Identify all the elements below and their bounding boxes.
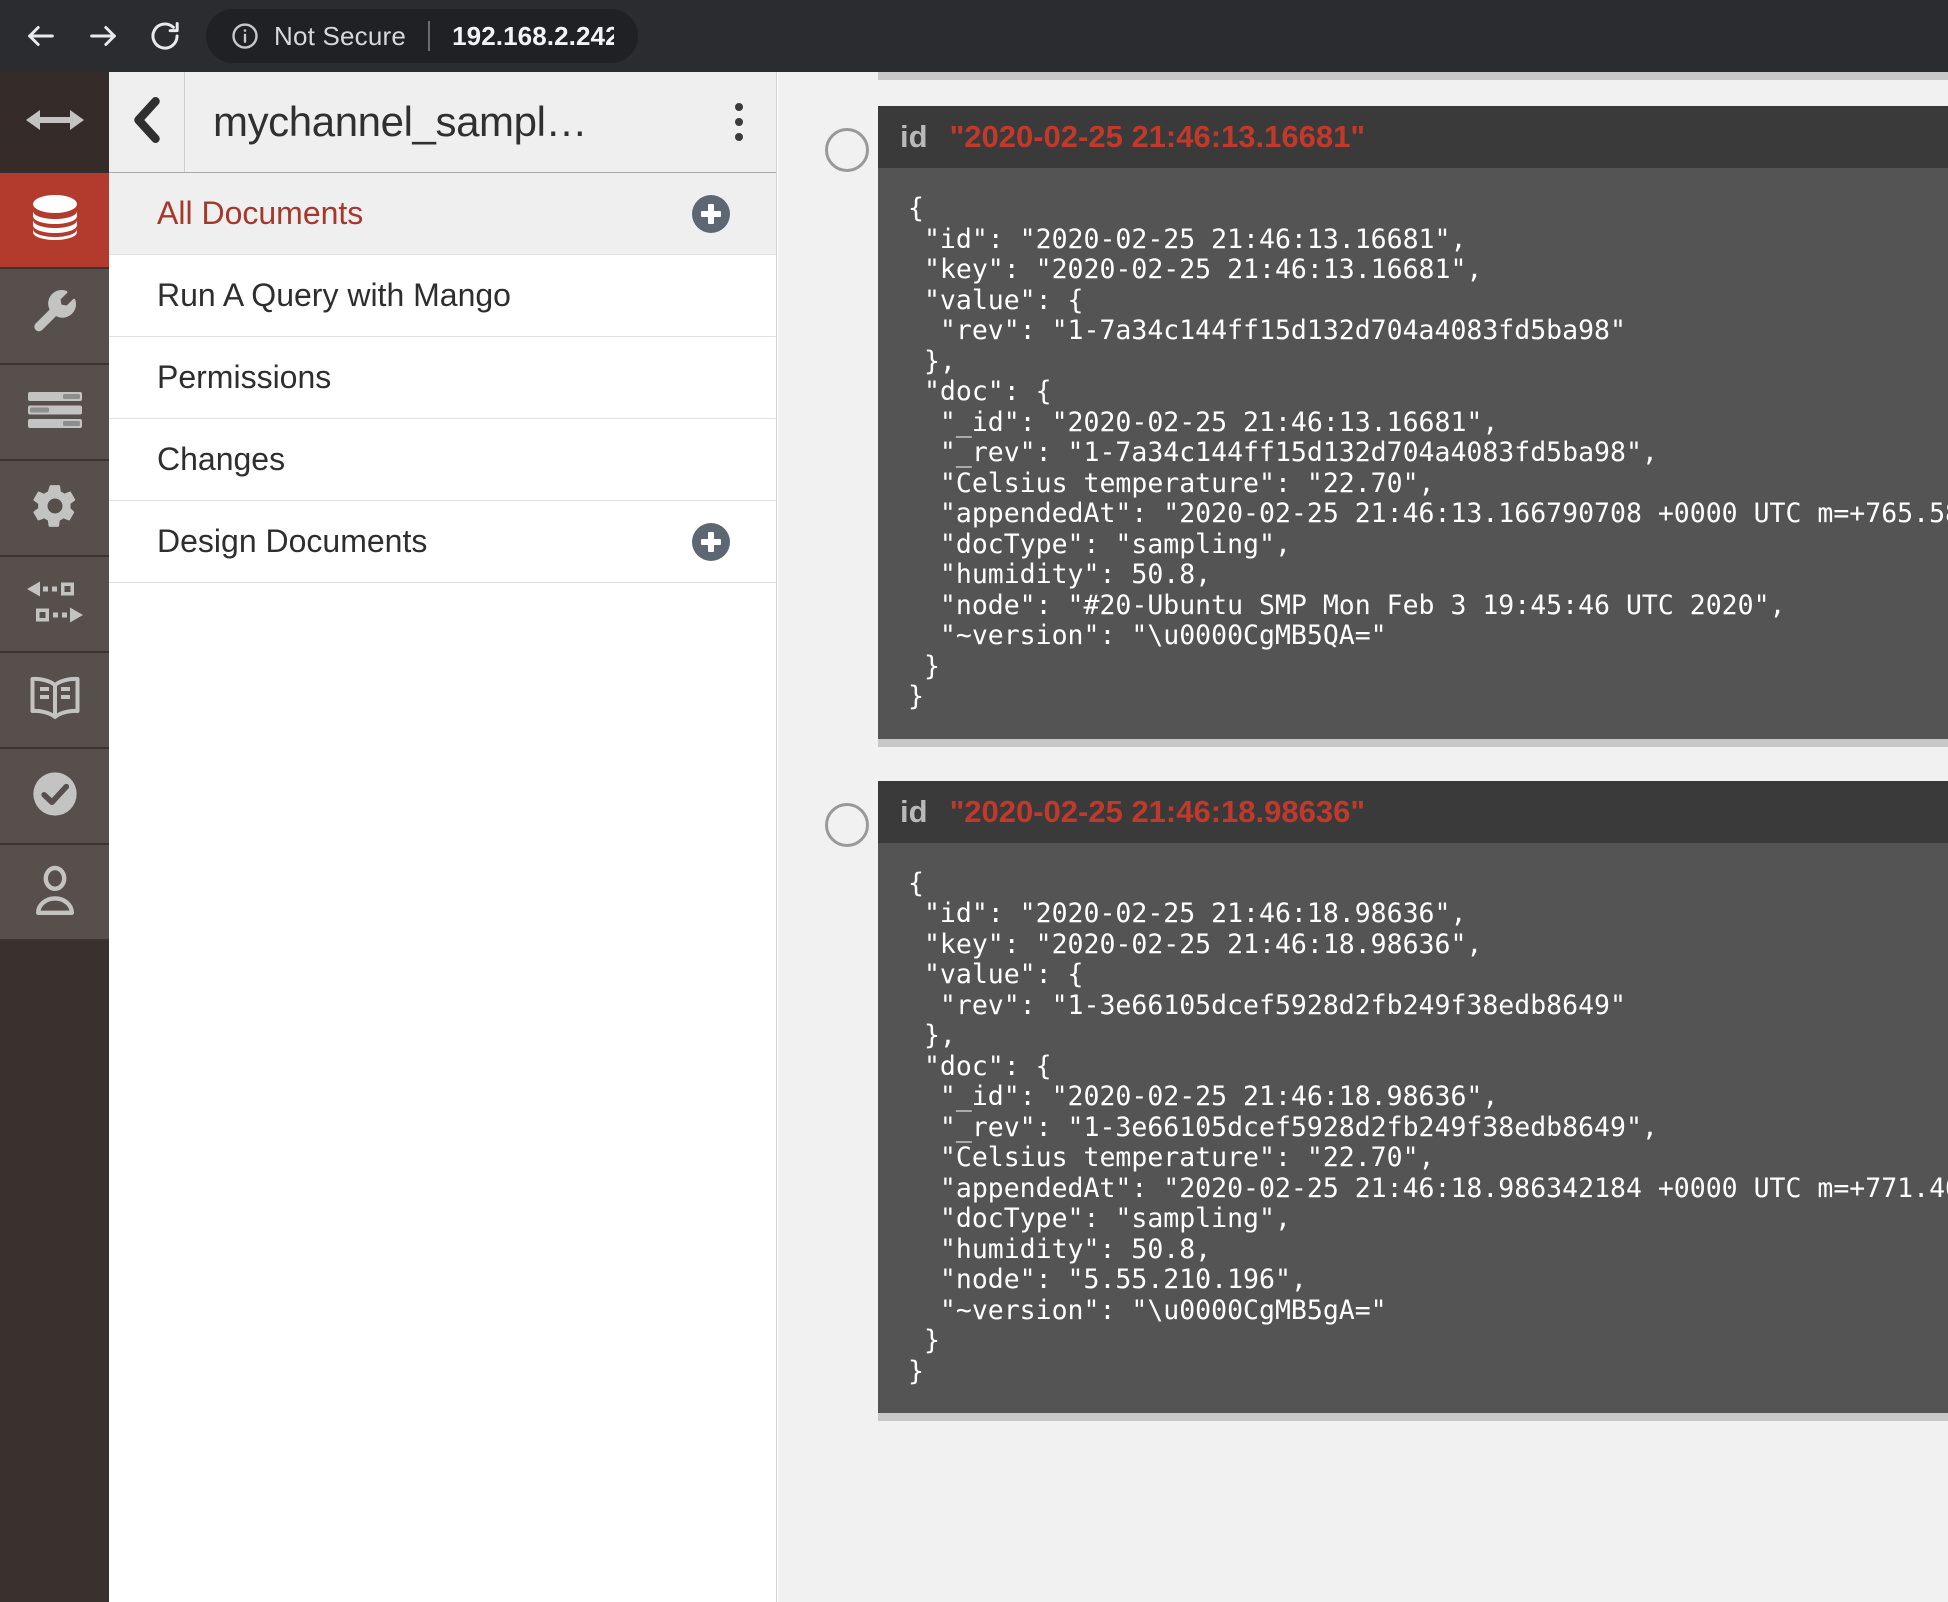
sidebar-item-label: Permissions (157, 359, 746, 396)
arrows-horizontal-icon (26, 105, 84, 140)
sidebar-item-label: Design Documents (157, 523, 692, 560)
gear-icon (30, 481, 80, 536)
document-json: { "id": "2020-02-25 21:46:13.16681", "ke… (878, 168, 1948, 739)
sidebar-item-verify[interactable] (0, 749, 109, 845)
address-bar[interactable]: Not Secure 192.168.2.242:5984/_utils/#/d… (206, 9, 638, 63)
plus-circle-icon[interactable] (692, 523, 730, 561)
arrow-left-icon (24, 19, 58, 53)
previous-document-edge (878, 72, 1948, 80)
sidebar-item-run-a-query-with-mango[interactable]: Run A Query with Mango (109, 255, 776, 337)
check-circle-icon (29, 768, 81, 825)
database-nav-panel: mychannel_sampl… All Documents Run A Que… (109, 72, 777, 1602)
document-card-header: id "2020-02-25 21:46:18.98636" (878, 781, 1948, 843)
sidebar-item-permissions[interactable]: Permissions (109, 337, 776, 419)
forward-button[interactable] (72, 5, 134, 67)
sidebar-item-all-documents[interactable]: All Documents (109, 173, 776, 255)
cluster-nodes-icon (27, 581, 83, 628)
documents-list[interactable]: id "2020-02-25 21:46:13.16681" { "id": "… (778, 72, 1948, 1602)
chevron-left-icon (130, 96, 164, 149)
doc-select-radio[interactable] (825, 803, 869, 847)
sidebar-item-sidebar-toggle[interactable] (0, 72, 109, 173)
sidebar-item-cluster-nodes[interactable] (0, 557, 109, 653)
sidebar-item-account[interactable] (0, 845, 109, 941)
database-options-menu-button[interactable] (702, 72, 776, 172)
list-item[interactable]: id "2020-02-25 21:46:18.98636" { "id": "… (778, 781, 1948, 1422)
list-item[interactable]: id "2020-02-25 21:46:13.16681" { "id": "… (778, 106, 1948, 747)
icon-rail-spacer (0, 941, 109, 1361)
back-button[interactable] (10, 5, 72, 67)
sidebar-item-replication[interactable] (0, 365, 109, 461)
arrow-right-icon (86, 19, 120, 53)
document-id-label: id (900, 794, 928, 830)
sidebar-item-documentation[interactable] (0, 653, 109, 749)
sidebar-item-label: All Documents (157, 195, 692, 232)
icon-rail (0, 72, 109, 1602)
book-icon (29, 675, 81, 726)
url-host: 192.168.2.242 (452, 21, 614, 51)
address-bar-divider (428, 21, 430, 51)
database-icon (29, 193, 81, 248)
reload-icon (148, 19, 182, 53)
sidebar-item-databases[interactable] (0, 173, 109, 269)
sidebar-item-configuration[interactable] (0, 461, 109, 557)
document-card[interactable]: id "2020-02-25 21:46:18.98636" { "id": "… (878, 781, 1948, 1422)
browser-toolbar: Not Secure 192.168.2.242:5984/_utils/#/d… (0, 0, 1948, 72)
doc-select-radio[interactable] (825, 128, 869, 172)
info-circle-icon[interactable] (230, 21, 260, 51)
user-icon (31, 864, 79, 921)
security-status-label: Not Secure (274, 21, 406, 52)
address-bar-url[interactable]: 192.168.2.242:5984/_utils/#/database/myc… (452, 21, 614, 52)
document-id-value: "2020-02-25 21:46:13.16681" (950, 119, 1366, 155)
sidebar-item-setup[interactable] (0, 269, 109, 365)
back-to-databases-button[interactable] (109, 72, 185, 172)
list-gap (778, 747, 1948, 781)
document-card-header: id "2020-02-25 21:46:13.16681" (878, 106, 1948, 168)
document-card[interactable]: id "2020-02-25 21:46:13.16681" { "id": "… (878, 106, 1948, 747)
more-vertical-icon (735, 103, 743, 141)
document-id-label: id (900, 119, 928, 155)
page-title: mychannel_sampl… (185, 72, 702, 172)
reload-button[interactable] (134, 5, 196, 67)
document-json: { "id": "2020-02-25 21:46:18.98636", "ke… (878, 843, 1948, 1414)
wrench-icon (30, 289, 80, 344)
sidebar-item-design-documents[interactable]: Design Documents (109, 501, 776, 583)
sidebar-item-label: Run A Query with Mango (157, 277, 746, 314)
sidebar-item-label: Changes (157, 441, 746, 478)
database-nav-list: All Documents Run A Query with Mango Per… (109, 173, 776, 583)
plus-circle-icon[interactable] (692, 195, 730, 233)
document-id-value: "2020-02-25 21:46:18.98636" (950, 794, 1366, 830)
sidebar-item-changes[interactable]: Changes (109, 419, 776, 501)
database-header: mychannel_sampl… (109, 72, 776, 173)
server-list-icon (28, 392, 82, 433)
